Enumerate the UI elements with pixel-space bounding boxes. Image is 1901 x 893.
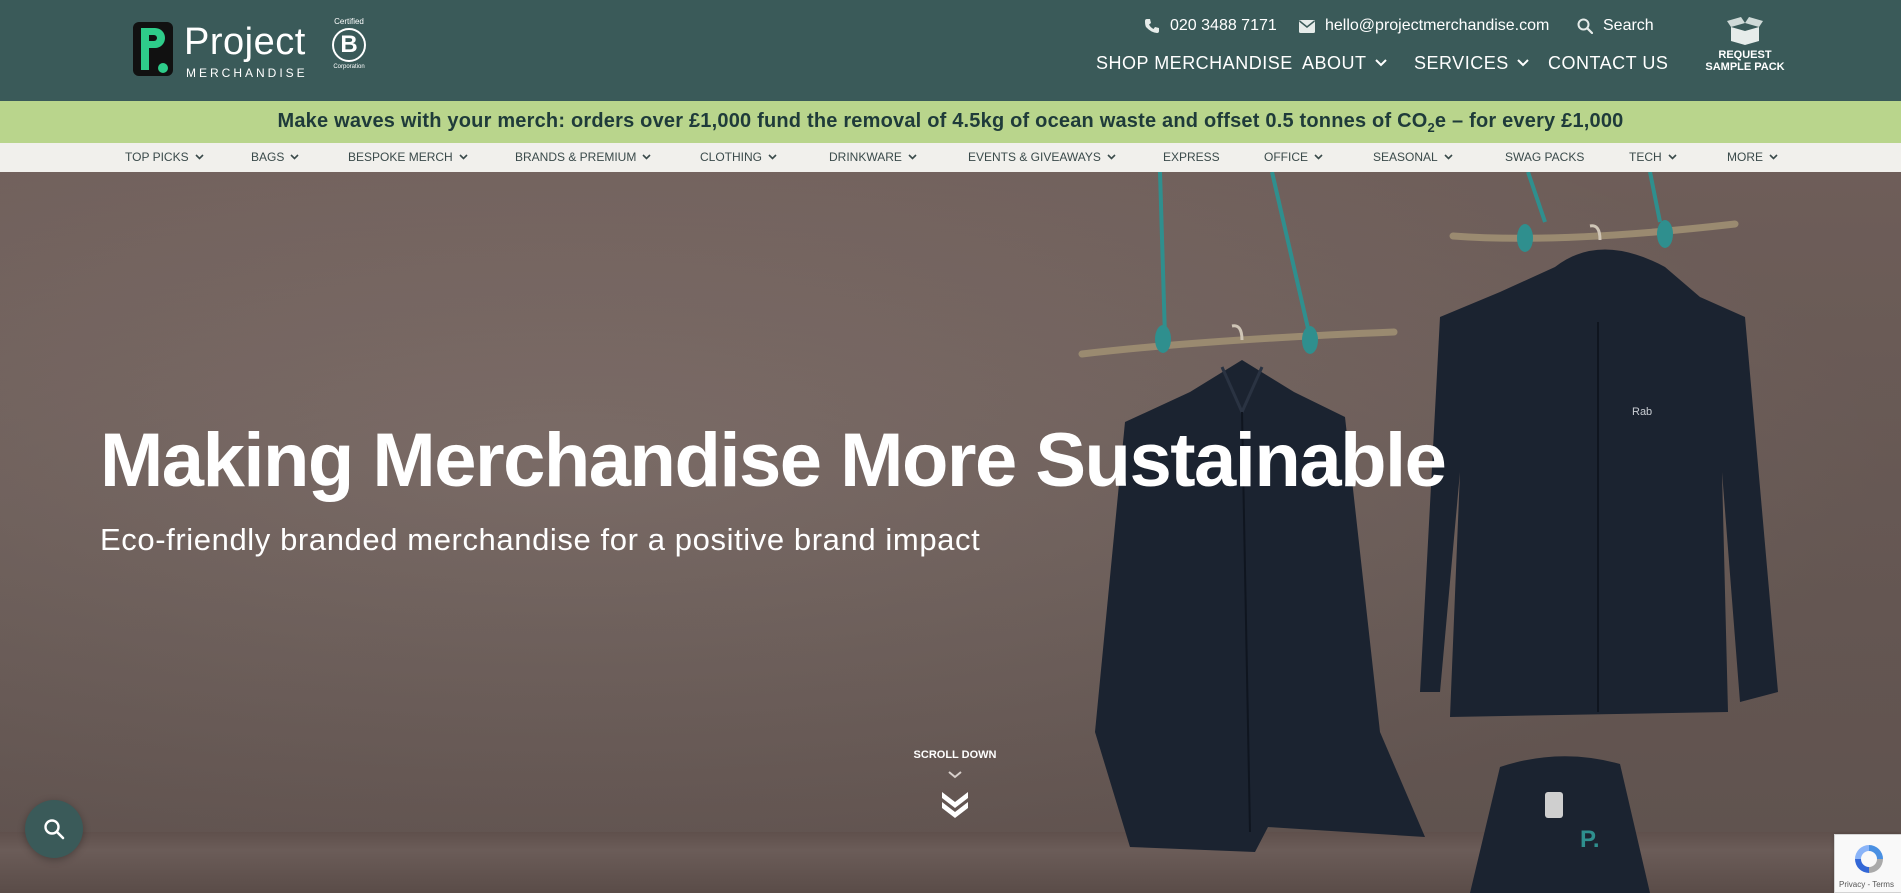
category-top-picks[interactable]: TOP PICKS: [125, 150, 204, 164]
category-events-giveaways[interactable]: EVENTS & GIVEAWAYS: [968, 150, 1116, 164]
category-label: SWAG PACKS: [1505, 150, 1585, 164]
category-label: BESPOKE MERCH: [348, 150, 453, 164]
category-label: OFFICE: [1264, 150, 1308, 164]
category-nav: TOP PICKS BAGS BESPOKE MERCH BRANDS & PR…: [0, 143, 1901, 172]
search-link[interactable]: Search: [1577, 16, 1654, 36]
chevron-down-icon: [1107, 154, 1116, 160]
category-label: EXPRESS: [1163, 150, 1220, 164]
sample-line2: SAMPLE PACK: [1705, 61, 1785, 73]
chevron-down-icon: [1769, 154, 1778, 160]
chevron-down-icon: [1374, 59, 1387, 67]
category-bags[interactable]: BAGS: [251, 150, 299, 164]
category-brands-premium[interactable]: BRANDS & PREMIUM: [515, 150, 651, 164]
search-icon: [1577, 18, 1593, 34]
jacket-brand-text: Rab: [1632, 406, 1653, 418]
search-label: Search: [1603, 17, 1654, 34]
scroll-down-label[interactable]: SCROLL DOWN: [905, 749, 1005, 761]
site-header: Project MERCHANDISE Certified B Corporat…: [0, 0, 1901, 101]
category-bespoke-merch[interactable]: BESPOKE MERCH: [348, 150, 468, 164]
svg-text:P.: P.: [1580, 826, 1600, 853]
category-label: BAGS: [251, 150, 285, 164]
category-label: TECH: [1629, 150, 1662, 164]
sample-line1: REQUEST: [1718, 49, 1772, 61]
nav-services-label: SERVICES: [1414, 52, 1509, 73]
bcorp-certified: Certified: [334, 17, 364, 26]
category-more[interactable]: MORE: [1727, 150, 1778, 164]
chevron-down-icon: [1444, 154, 1453, 160]
chevron-down-icon: [1668, 154, 1677, 160]
category-label: EVENTS & GIVEAWAYS: [968, 150, 1101, 164]
hero-title: Making Merchandise More Sustainable: [100, 418, 1447, 503]
recaptcha-icon: [1855, 845, 1883, 873]
logo-subtitle: MERCHANDISE: [186, 66, 308, 80]
chevron-down-icon: [195, 154, 204, 160]
chevron-down-icon: [459, 154, 468, 160]
email-address: hello@projectmerchandise.com: [1325, 17, 1550, 34]
chevron-down-icon: [768, 154, 777, 160]
recaptcha-badge[interactable]: Privacy - Terms: [1834, 834, 1901, 893]
search-icon: [44, 819, 65, 840]
category-swag-packs[interactable]: SWAG PACKS: [1505, 150, 1584, 164]
phone-link[interactable]: 020 3488 7171: [1144, 16, 1277, 36]
category-express[interactable]: EXPRESS: [1163, 150, 1220, 164]
nav-services[interactable]: SERVICES: [1414, 52, 1529, 74]
category-label: BRANDS & PREMIUM: [515, 150, 637, 164]
chevron-down-icon: [908, 154, 917, 160]
category-label: SEASONAL: [1373, 150, 1438, 164]
logo-mark-icon: [133, 22, 173, 76]
chevron-down-icon: [1516, 59, 1529, 67]
promo-text-main: Make waves with your merch: orders over …: [277, 109, 1428, 132]
hero-subtitle: Eco-friendly branded merchandise for a p…: [100, 522, 981, 557]
nav-about[interactable]: ABOUT: [1302, 52, 1387, 74]
category-office[interactable]: OFFICE: [1264, 150, 1323, 164]
nav-about-label: ABOUT: [1302, 52, 1367, 73]
double-chevron-icon[interactable]: [938, 768, 972, 822]
request-sample-pack-button[interactable]: REQUEST SAMPLE PACK: [1700, 17, 1790, 73]
bcorp-corporation: Corporation: [333, 64, 365, 70]
category-label: TOP PICKS: [125, 150, 189, 164]
category-tech[interactable]: TECH: [1629, 150, 1677, 164]
chevron-down-icon: [642, 154, 651, 160]
bcorp-badge: Certified B Corporation: [330, 17, 368, 79]
promo-subscript: 2: [1427, 119, 1435, 135]
category-label: CLOTHING: [700, 150, 763, 164]
nav-contact-us[interactable]: CONTACT US: [1548, 52, 1668, 74]
nav-shop-label: SHOP MERCHANDISE: [1096, 52, 1293, 73]
chevron-down-icon: [1314, 154, 1323, 160]
category-label: MORE: [1727, 150, 1763, 164]
promo-banner: Make waves with your merch: orders over …: [0, 101, 1901, 143]
phone-icon: [1145, 19, 1159, 33]
recaptcha-terms[interactable]: Privacy - Terms: [1839, 880, 1894, 889]
bcorp-letter: B: [332, 28, 366, 62]
phone-number: 020 3488 7171: [1170, 17, 1277, 34]
floating-search-button[interactable]: [25, 800, 83, 858]
nav-shop-merchandise[interactable]: SHOP MERCHANDISE: [1096, 52, 1293, 74]
category-clothing[interactable]: CLOTHING: [700, 150, 777, 164]
category-drinkware[interactable]: DRINKWARE: [829, 150, 917, 164]
promo-text-end: e – for every £1,000: [1434, 109, 1624, 132]
promo-text: Make waves with your merch: orders over …: [277, 110, 1623, 135]
chevron-down-icon: [290, 154, 299, 160]
box-icon: [1727, 17, 1763, 45]
category-label: DRINKWARE: [829, 150, 902, 164]
nav-contact-label: CONTACT US: [1548, 52, 1669, 73]
logo-wordmark: Project: [184, 21, 306, 63]
email-link[interactable]: hello@projectmerchandise.com: [1299, 16, 1549, 36]
category-seasonal[interactable]: SEASONAL: [1373, 150, 1453, 164]
hero-section: P. Rab Making Merchandise More Sustainab…: [0, 172, 1901, 893]
envelope-icon: [1299, 19, 1315, 33]
